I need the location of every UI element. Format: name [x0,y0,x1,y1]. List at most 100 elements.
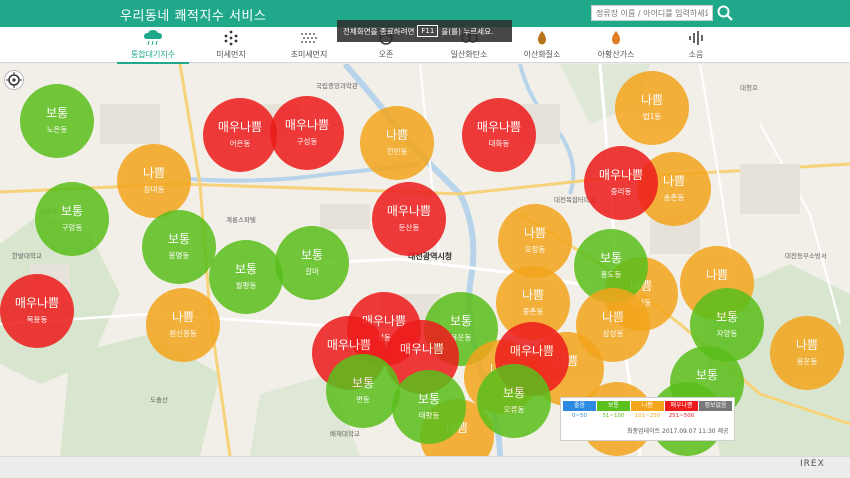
fullscreen-exit-tooltip: 전체화면을 종료하려면 F11 을(를) 누르세요. [337,20,512,42]
district-bubble[interactable]: 나쁨원신흥동 [146,288,220,362]
air-grade: 보통 [351,376,375,390]
footer-bar [0,456,850,478]
air-grade: 나쁨 [142,166,166,180]
district-bubble[interactable]: 나쁨 전민동 [360,106,434,180]
air-grade-legend: 좋음 보통 나쁨 매우나쁨 정보없음 0~50 51~100 101~250 251~500 … [560,397,735,441]
legend-grade-chip: 정보없음 [699,401,732,411]
tab-integrated-air-index[interactable]: 통합대기지수 [117,27,189,64]
air-grade: 매우나쁨 [386,204,432,218]
district-name: 봉명동 [168,251,190,260]
district-bubble[interactable]: 나쁨법1동 [615,71,689,145]
district-bubble[interactable]: 매우나쁨구성동 [270,96,344,170]
tab-nitrogen-dioxide[interactable]: 이산화질소 [506,27,578,63]
district-name: 대화동 [488,139,510,148]
district-bubble[interactable]: 보통월평동 [209,240,283,314]
particles-icon [224,30,238,46]
air-grade: 나쁨 [705,268,729,282]
district-bubble[interactable]: 보통구암동 [35,182,109,256]
legend-range-text: 251~500 [668,413,695,419]
map-place-label: 한밭대학교 [12,252,42,260]
district-bubble[interactable]: 매우나쁨중리동 [584,146,658,220]
air-grade: 보통 [60,204,84,218]
district-name: 중촌동 [522,307,544,316]
air-grade: 보통 [502,386,526,400]
air-grade: 매우나쁨 [284,118,330,132]
air-grade: 나쁨 [171,310,195,324]
f11-key-badge: F11 [417,25,439,37]
district-name: 법1동 [642,112,662,121]
air-grade: 매우나쁨 [598,168,644,182]
search-input[interactable] [591,5,713,21]
district-name: 원신흥동 [169,329,197,338]
district-name: 용운동 [796,357,818,366]
map-place-label: 대전동부소방서 [785,252,827,260]
district-bubble[interactable]: 매우나쁨 대화동 [462,98,536,172]
district-name: 변동 [356,395,370,404]
district-name: 중리동 [610,187,632,196]
air-grade: 보통 [234,262,258,276]
air-grade: 매우나쁨 [326,338,372,352]
crosshair-icon [6,72,22,88]
tab-label: 일산화탄소 [450,50,488,59]
legend-grade-chip: 보통 [597,401,630,411]
district-bubble[interactable]: 매우나쁨둔산동 [372,182,446,256]
my-location-button[interactable] [4,70,24,90]
tab-label: 소음 [688,50,704,59]
district-bubble[interactable]: 보통 태평동 [392,370,466,444]
district-bubble[interactable]: 보통변동 [326,354,400,428]
district-bubble[interactable]: 보통 봉명동 [142,210,216,284]
tab-ultrafine-dust[interactable]: 초미세먼지 [273,27,345,63]
legend-range-text: 51~100 [602,413,625,419]
tab-label: 오존 [378,50,394,59]
fine-particles-icon [301,33,317,43]
tab-noise[interactable]: 소음 [660,27,732,63]
tab-sulfur-dioxide[interactable]: 아황산가스 [580,27,652,63]
legend-grade-chip: 좋음 [563,401,596,411]
district-bubble[interactable]: 보통노은동 [20,84,94,158]
air-quality-map[interactable]: 국립중앙과학관 계룡스파텔 대전복합터미널 선화초 한밭대학교 대청호 대전동부… [0,64,850,456]
district-bubble[interactable]: 나쁨용운동 [770,316,844,390]
map-place-label: 계룡스파텔 [226,216,256,224]
air-grade: 보통 [417,392,441,406]
district-bubble[interactable]: 보통 갈마 [275,226,349,300]
district-name: 장대동 [143,185,165,194]
air-grade: 매우나쁨 [14,296,60,310]
app-root: 우리동네 쾌적지수 서비스 통합대기지수 미세먼지 초미세먼지 오존 일 [0,0,850,478]
air-grade: 나쁨 [523,226,547,240]
district-name: 구암동 [61,223,83,232]
district-bubble[interactable]: 매우나쁨 복용동 [0,274,74,348]
tab-label: 이산화질소 [523,50,561,59]
air-grade: 보통 [300,248,324,262]
search-button[interactable] [716,4,734,22]
air-grade: 보통 [715,310,739,324]
legend-range-row: 0~50 51~100 101~250 251~500 [563,413,732,419]
air-grade: 보통 [599,251,623,265]
district-name: 홍도동 [600,270,622,279]
legend-grade-chip: 매우나쁨 [665,401,698,411]
tab-label: 아황산가스 [597,50,635,59]
tab-label: 통합대기지수 [130,50,176,59]
air-grade: 나쁨 [795,338,819,352]
last-update-text: 최종업데이트 2017.09.07 11:30 제공 [627,428,729,435]
district-bubble[interactable]: 나쁨장대동 [117,144,191,218]
no2-icon [538,31,546,45]
tab-label: 초미세먼지 [290,50,328,59]
legend-grade-chip: 나쁨 [631,401,664,411]
air-grade: 매우나쁨 [399,342,445,356]
legend-range-text: 101~250 [634,413,661,419]
district-name: 구성동 [296,137,318,146]
search-icon [717,5,733,21]
air-grade: 나쁨 [640,93,664,107]
air-grade: 매우나쁨 [217,120,263,134]
legend-range-text: 0~50 [571,413,588,419]
district-name: 월평동 [235,281,257,290]
air-grade: 나쁨 [385,128,409,142]
tab-fine-dust[interactable]: 미세먼지 [195,27,267,63]
tooltip-text-after: 을(를) 누르세요. [441,26,494,36]
district-bubble[interactable]: 보통 오류동 [477,364,551,438]
district-name: 노은동 [46,125,68,134]
district-bubble[interactable]: 매우나쁨 어은동 [203,98,277,172]
district-name: 둔산동 [398,223,420,232]
air-grade: 보통 [45,106,69,120]
air-grade: 매우나쁨 [509,344,555,358]
